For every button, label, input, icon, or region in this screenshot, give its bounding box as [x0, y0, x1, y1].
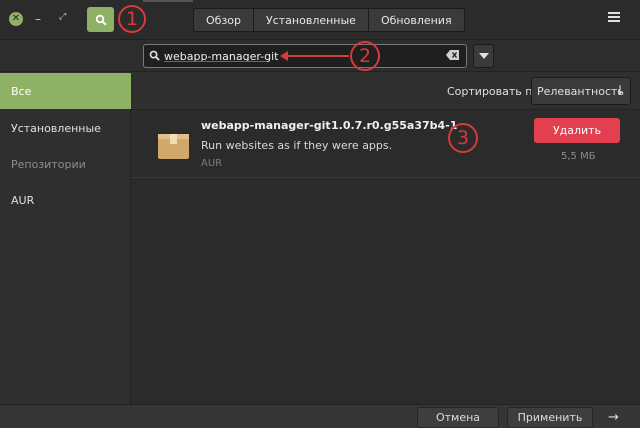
package-source: AUR [201, 158, 223, 169]
view-tabs: Обзор Установленные Обновления [193, 8, 465, 32]
search-text-underline [164, 61, 267, 62]
hamburger-menu-icon[interactable] [608, 12, 620, 24]
sort-label: Сортировать по [447, 85, 540, 98]
annotation-marker-1: 1 [118, 5, 146, 33]
apply-button[interactable]: Применить [507, 407, 593, 428]
package-box-icon [158, 134, 189, 159]
sidebar-item-all[interactable]: Все [0, 73, 131, 109]
sort-selected-value: Релевантность [537, 84, 624, 98]
search-icon [95, 14, 107, 26]
package-version: 1.0.7.r0.g55a37b4-1 [331, 119, 458, 132]
window-drag-indicator [143, 0, 193, 2]
close-window-button[interactable]: ✕ [9, 12, 23, 26]
tab-installed[interactable]: Установленные [254, 9, 369, 31]
remove-package-button[interactable]: Удалить [534, 118, 620, 143]
chevron-down-icon [478, 53, 489, 59]
cancel-button[interactable]: Отмена [417, 407, 499, 428]
sidebar-item-repositories[interactable]: Репозитории [0, 146, 131, 182]
close-icon: ✕ [11, 13, 21, 24]
sidebar-item-aur[interactable]: AUR [0, 182, 131, 218]
minimize-window-button[interactable]: – [35, 12, 41, 26]
maximize-window-button[interactable]: ⤢ [59, 12, 66, 22]
annotation-marker-3: 3 [448, 123, 478, 153]
search-toggle-button[interactable] [87, 7, 114, 32]
tab-updates[interactable]: Обновления [368, 9, 464, 31]
sidebar-item-installed[interactable]: Установленные [0, 110, 131, 146]
arrow-right-icon[interactable]: → [608, 410, 619, 425]
annotation-arrow-line [287, 55, 349, 57]
package-description: Run websites as if they were apps. [201, 139, 393, 152]
clear-search-icon[interactable] [446, 49, 460, 61]
sort-direction-icon[interactable]: ↓ [615, 83, 625, 97]
tab-browse[interactable]: Обзор [194, 9, 255, 31]
package-name: webapp-manager-git [201, 119, 331, 132]
search-icon [149, 50, 160, 61]
search-options-button[interactable] [473, 44, 494, 68]
annotation-marker-2: 2 [350, 41, 380, 71]
package-size: 5,5 МБ [561, 151, 596, 162]
